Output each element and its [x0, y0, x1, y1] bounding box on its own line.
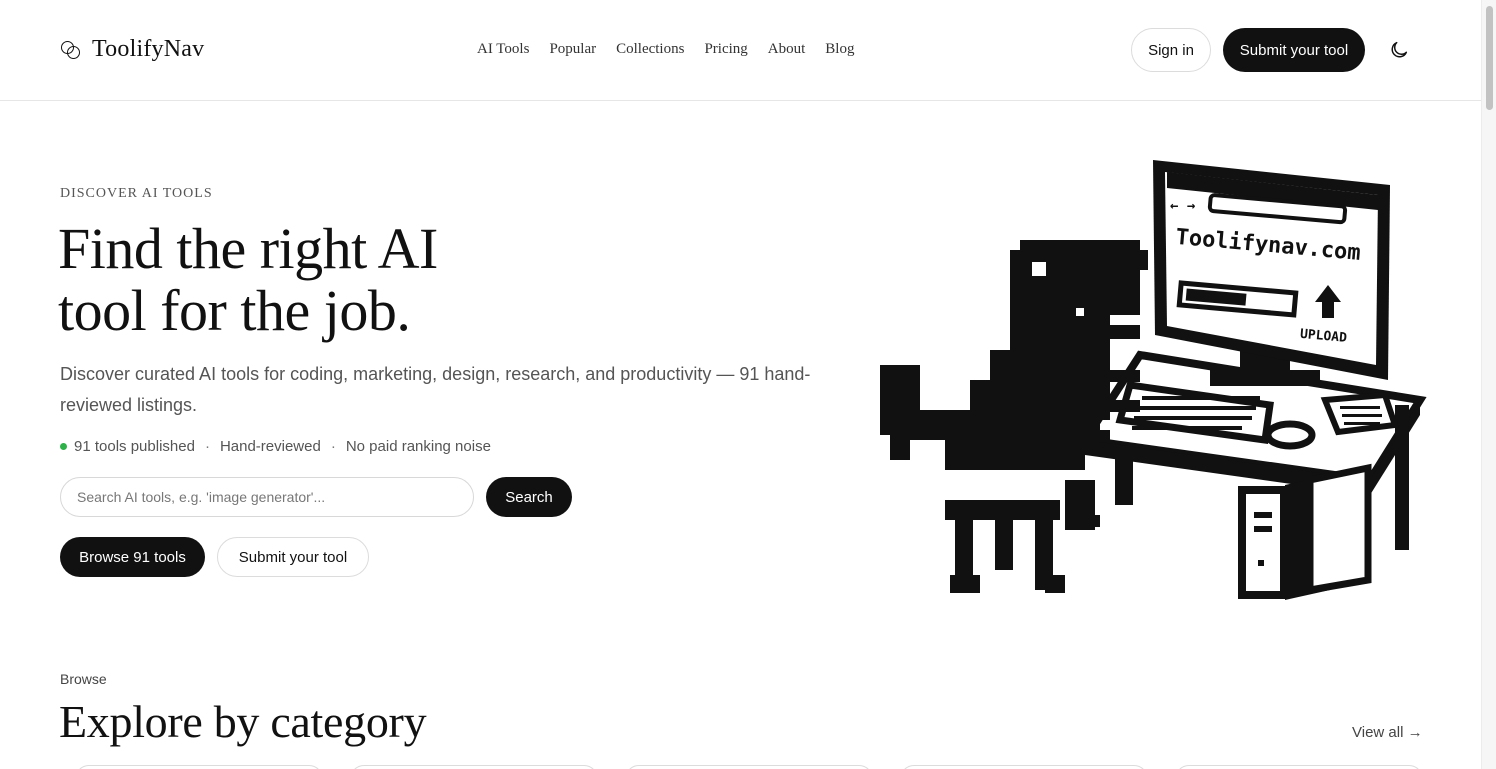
- hero-headline: Find the right AI tool for the job.: [58, 218, 578, 342]
- moon-icon[interactable]: [1388, 39, 1410, 61]
- brand-name: ToolifyNav: [92, 36, 205, 62]
- sign-in-button[interactable]: Sign in: [1131, 28, 1211, 72]
- category-card[interactable]: [625, 765, 873, 769]
- stat-no-paid-ranking: No paid ranking noise: [345, 438, 491, 455]
- nav-item-popular[interactable]: Popular: [549, 41, 596, 58]
- nav-item-blog[interactable]: Blog: [825, 41, 854, 58]
- category-card[interactable]: [75, 765, 323, 769]
- logo[interactable]: ToolifyNav: [60, 36, 204, 63]
- site-header: ToolifyNav AI Tools Popular Collections …: [0, 0, 1481, 101]
- dinosaur: [880, 240, 1148, 593]
- stat-tools-published: 91 tools published: [74, 438, 195, 455]
- hero-headline-line-1: Find the right AI: [58, 216, 438, 281]
- hero-eyebrow: DISCOVER AI TOOLS: [60, 186, 213, 201]
- section-label: Browse: [60, 671, 107, 687]
- view-all-link[interactable]: View all →: [1352, 724, 1423, 741]
- status-dot: [60, 443, 67, 450]
- submit-tool-header-button[interactable]: Submit your tool: [1223, 28, 1365, 72]
- category-card[interactable]: [900, 765, 1148, 769]
- stat-hand-reviewed: Hand-reviewed: [219, 438, 321, 455]
- monitor: ← → Toolifynav.com UPLOAD: [1153, 160, 1390, 386]
- search-button[interactable]: Search: [486, 477, 572, 517]
- category-cards: [60, 765, 1423, 769]
- main-nav: AI Tools Popular Collections Pricing Abo…: [477, 41, 874, 58]
- submit-tool-hero-button[interactable]: Submit your tool: [217, 537, 369, 577]
- svg-text:← →: ← →: [1170, 198, 1195, 214]
- nav-item-pricing[interactable]: Pricing: [704, 41, 747, 58]
- category-card[interactable]: [350, 765, 598, 769]
- hero-subtitle: Discover curated AI tools for coding, ma…: [60, 364, 811, 415]
- section-title: Explore by category: [59, 696, 427, 747]
- hero-headline-line-2: tool for the job.: [58, 278, 411, 343]
- browse-tools-button[interactable]: Browse 91 tools: [60, 537, 205, 577]
- nav-item-about[interactable]: About: [768, 41, 806, 58]
- hero-stats: 91 tools published · Hand-reviewed · No …: [60, 438, 491, 455]
- category-card[interactable]: [1175, 765, 1423, 769]
- stat-separator: ·: [204, 438, 210, 455]
- stat-separator: ·: [330, 438, 336, 455]
- search-input[interactable]: [60, 477, 474, 517]
- logo-icon: [60, 39, 82, 61]
- page-scrollbar[interactable]: [1481, 0, 1496, 769]
- nav-item-collections[interactable]: Collections: [616, 41, 684, 58]
- hero-illustration: ← → Toolifynav.com UPLOAD: [880, 160, 1427, 600]
- nav-item-ai-tools[interactable]: AI Tools: [477, 41, 529, 58]
- scrollbar-thumb[interactable]: [1486, 6, 1493, 110]
